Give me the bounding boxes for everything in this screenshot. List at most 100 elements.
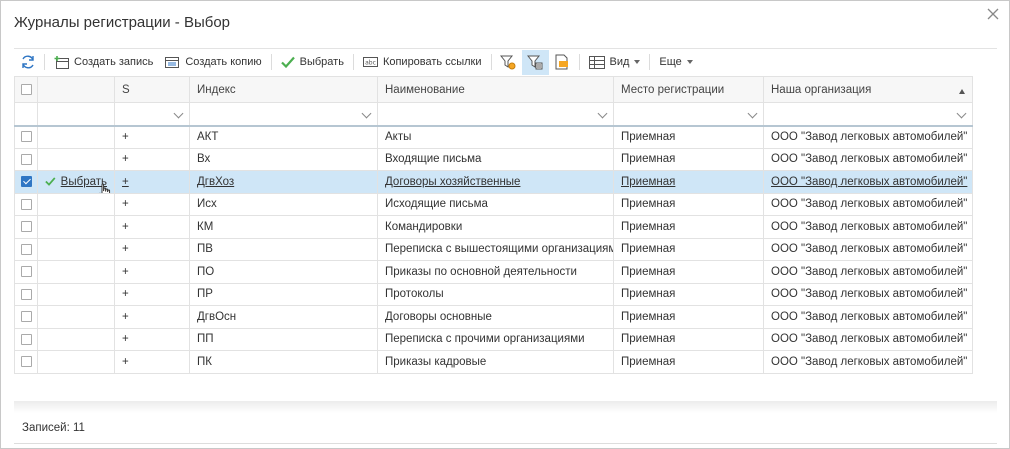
column-header-index[interactable]: Индекс xyxy=(189,76,378,103)
table-row[interactable]: + ПК Приказы кадровые Приемная ООО "Завод ле… xyxy=(14,350,973,374)
filter-s[interactable] xyxy=(114,102,190,127)
cell-org: ООО "Завод легковых автомобилей" xyxy=(763,170,973,194)
create-copy-label: Создать копию xyxy=(185,56,262,68)
chevron-down-icon xyxy=(956,108,967,119)
row-checkbox[interactable] xyxy=(20,153,32,165)
view-menu-button[interactable]: Вид xyxy=(583,50,647,75)
create-record-button[interactable]: Создать запись xyxy=(48,50,159,75)
copy-links-button[interactable]: abc Копировать ссылки xyxy=(357,50,488,75)
filter-cell-checkbox xyxy=(14,102,38,127)
close-icon[interactable] xyxy=(986,7,1000,21)
row-checkbox[interactable] xyxy=(20,333,32,345)
row-checkbox-cell[interactable] xyxy=(14,215,38,239)
cell-s: + xyxy=(114,350,190,374)
table-row[interactable]: + ПВ Переписка с вышестоящими организациям… xyxy=(14,237,973,261)
hand-cursor-icon xyxy=(101,183,111,193)
table-row[interactable]: + ПО Приказы по основной деятельности Прием… xyxy=(14,260,973,284)
row-action-cell xyxy=(37,215,115,239)
row-checkbox[interactable] xyxy=(20,198,32,210)
cell-s: + xyxy=(114,170,190,194)
cell-place: Приемная xyxy=(613,147,764,171)
cell-place: Приемная xyxy=(613,125,764,149)
cell-s: + xyxy=(114,305,190,329)
select-button[interactable]: Выбрать xyxy=(275,50,350,75)
row-checkbox-cell[interactable] xyxy=(14,192,38,216)
cell-org: ООО "Завод легковых автомобилей" xyxy=(763,350,973,374)
row-action-cell xyxy=(37,192,115,216)
table-row[interactable]: + АКТ Акты Приемная ООО "Завод легковых авто… xyxy=(14,125,973,149)
cell-org: ООО "Завод легковых автомобилей" xyxy=(763,125,973,149)
chevron-down-icon xyxy=(686,60,693,64)
row-checkbox-cell[interactable] xyxy=(14,125,38,149)
row-checkbox[interactable] xyxy=(20,311,32,323)
filter-row-button[interactable] xyxy=(521,49,549,75)
sort-ascending-icon xyxy=(959,88,965,94)
create-copy-icon xyxy=(165,56,180,68)
cell-index: ДгвОсн xyxy=(189,305,378,329)
filter-row-icon xyxy=(527,55,543,70)
refresh-icon xyxy=(21,55,34,69)
row-checkbox[interactable] xyxy=(20,176,32,188)
column-header-place[interactable]: Место регистрации xyxy=(613,76,764,103)
row-action-cell[interactable]: Выбрать xyxy=(37,170,115,194)
cell-place: Приемная xyxy=(613,305,764,329)
cell-s: + xyxy=(114,192,190,216)
row-checkbox-cell[interactable] xyxy=(14,282,38,306)
chevron-down-icon xyxy=(597,108,608,119)
cell-name: Договоры хозяйственные xyxy=(377,170,614,194)
row-checkbox-cell[interactable] xyxy=(14,237,38,261)
export-button[interactable] xyxy=(549,50,576,75)
filter-org[interactable] xyxy=(763,102,973,127)
table-row[interactable]: + КМ Командировки Приемная ООО "Завод легков… xyxy=(14,215,973,239)
row-checkbox-cell[interactable] xyxy=(14,147,38,171)
row-action-cell xyxy=(37,147,115,171)
row-checkbox[interactable] xyxy=(20,243,32,255)
row-checkbox[interactable] xyxy=(20,356,32,368)
row-checkbox[interactable] xyxy=(20,221,32,233)
row-checkbox-cell[interactable] xyxy=(14,327,38,351)
more-menu-button[interactable]: Еще xyxy=(653,50,698,75)
chevron-down-icon xyxy=(361,108,372,119)
column-header-org-label: Наша организация xyxy=(771,83,872,96)
filter-name[interactable] xyxy=(377,102,614,127)
table-row[interactable]: Выбрать + ДгвХоз Договоры хозяйственные Прие… xyxy=(14,170,973,194)
cell-s: + xyxy=(114,147,190,171)
row-checkbox-cell[interactable] xyxy=(14,305,38,329)
filter-place[interactable] xyxy=(613,102,764,127)
cell-name: Входящие письма xyxy=(377,147,614,171)
filter-index[interactable] xyxy=(189,102,378,127)
table-row[interactable]: + ДгвОсн Договоры основные Приемная ООО "Зав… xyxy=(14,305,973,329)
table-row[interactable]: + ПР Протоколы Приемная ООО "Завод легковых … xyxy=(14,282,973,306)
row-checkbox-cell[interactable] xyxy=(14,350,38,374)
select-all-checkbox-cell[interactable] xyxy=(14,76,38,103)
checkmark-icon xyxy=(45,177,56,187)
row-checkbox-cell[interactable] xyxy=(14,260,38,284)
row-checkbox[interactable] xyxy=(20,131,32,143)
row-action-cell xyxy=(37,125,115,149)
create-record-label: Создать запись xyxy=(74,56,154,68)
column-header-org[interactable]: Наша организация xyxy=(763,76,973,103)
row-action-cell xyxy=(37,237,115,261)
create-copy-button[interactable]: Создать копию xyxy=(159,50,267,75)
cell-org: ООО "Завод легковых автомобилей" xyxy=(763,305,973,329)
row-checkbox-cell[interactable] xyxy=(14,170,38,194)
cell-index: АКТ xyxy=(189,125,378,149)
select-all-checkbox[interactable] xyxy=(20,83,32,95)
cell-org: ООО "Завод легковых автомобилей" xyxy=(763,237,973,261)
column-header-name[interactable]: Наименование xyxy=(377,76,614,103)
cell-s: + xyxy=(114,327,190,351)
table-row[interactable]: + ПП Переписка с прочими организациями Прие… xyxy=(14,327,973,351)
filter-settings-button[interactable] xyxy=(495,50,522,75)
table-row[interactable]: + Исх Исходящие письма Приемная ООО "Завод л… xyxy=(14,192,973,216)
cell-name: Командировки xyxy=(377,215,614,239)
cell-org: ООО "Завод легковых автомобилей" xyxy=(763,215,973,239)
cell-index: Исх xyxy=(189,192,378,216)
cell-org: ООО "Завод легковых автомобилей" xyxy=(763,327,973,351)
refresh-button[interactable] xyxy=(14,50,41,75)
row-checkbox[interactable] xyxy=(20,288,32,300)
column-header-s[interactable]: S xyxy=(114,76,190,103)
cell-place: Приемная xyxy=(613,350,764,374)
row-checkbox[interactable] xyxy=(20,266,32,278)
table-view-icon xyxy=(588,55,605,69)
table-row[interactable]: + Вх Входящие письма Приемная ООО "Завод лег… xyxy=(14,147,973,171)
